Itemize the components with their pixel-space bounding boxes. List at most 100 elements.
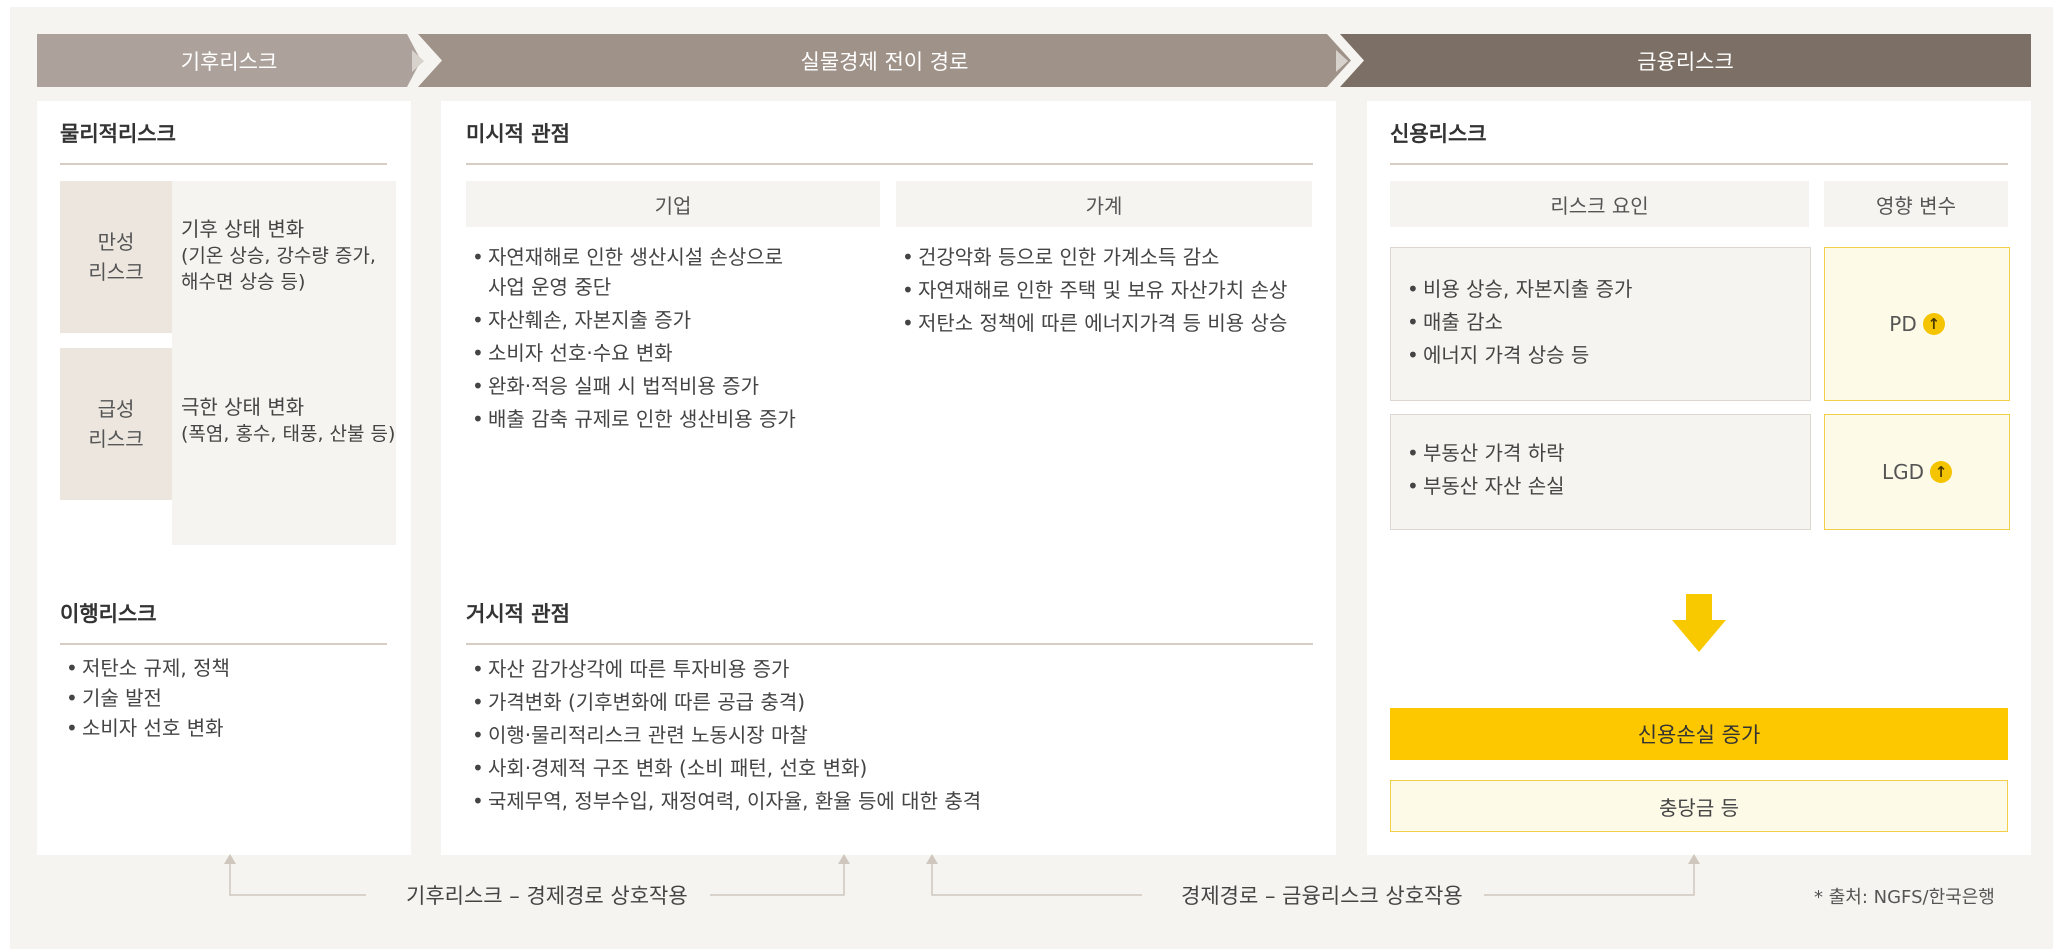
risk-factor-header: 리스크 요인 (1390, 181, 1809, 227)
stage-transmission-header: 실물경제 전이 경로 (418, 34, 1351, 87)
list-item-text: 에너지 가격 상승 등 (1423, 343, 1590, 367)
result-text: 신용손실 증가 (1637, 723, 1761, 747)
list-item: 매출 감소 (1407, 306, 1797, 339)
list-item: 이행·물리적리스크 관련 노동시장 마찰 (472, 719, 1312, 752)
list-item-text: 가격변화 (기후변화에 따른 공급 충격) (488, 690, 806, 714)
source-note: * 출처: NGFS/한국은행 (1814, 887, 1995, 908)
divider (60, 643, 387, 645)
list-item: 소비자 선호 변화 (66, 713, 386, 743)
list-item: 에너지 가격 상승 등 (1407, 339, 1797, 372)
risk-tag-line: 급성 (97, 397, 135, 421)
provision-box: 충당금 등 (1390, 780, 2008, 832)
divider (1390, 163, 2008, 165)
stage-climate-risk-label: 기후리스크 (180, 49, 278, 74)
risk-sub-text: 해수면 상승 등) (181, 271, 306, 293)
arrow-up-icon: ↑ (1930, 461, 1953, 483)
risk-sub-text: (폭염, 홍수, 태풍, 산불 등) (181, 423, 396, 445)
climate-economy-interaction-label: 기후리스크 – 경제경로 상호작용 (406, 884, 688, 908)
list-item: 저탄소 정책에 따른 에너지가격 등 비용 상승 (902, 307, 1312, 340)
list-item-text: 자산 감가상각에 따른 투자비용 증가 (488, 657, 790, 681)
divider (466, 163, 1313, 165)
list-item-text: 소비자 선호 변화 (82, 716, 224, 740)
list-item: 부동산 자산 손실 (1407, 470, 1797, 503)
list-item-text: 부동산 가격 하락 (1423, 441, 1565, 465)
list-item: 건강악화 등으로 인한 가계소득 감소 (902, 241, 1312, 274)
credit-risk-title: 신용리스크 (1390, 122, 1487, 146)
chevron-right-icon (1336, 50, 1348, 72)
impact-variable-lgd: LGD ↑ (1824, 414, 2010, 530)
list-item-text: 소비자 선호·수요 변화 (488, 341, 673, 365)
household-impact-list: 건강악화 등으로 인한 가계소득 감소 자연재해로 인한 주택 및 보유 자산가… (902, 241, 1312, 340)
firm-label: 기업 (466, 181, 880, 227)
list-item: 배출 감축 규제로 인한 생산비용 증가 (472, 403, 872, 436)
list-item-text: 기술 발전 (82, 686, 162, 710)
economy-finance-interaction-label: 경제경로 – 금융리스크 상호작용 (1181, 884, 1463, 908)
list-item: 국제무역, 정부수입, 재정여력, 이자율, 환율 등에 대한 충격 (472, 785, 1312, 818)
stage-financial-risk-label: 금융리스크 (1637, 49, 1734, 74)
chronic-risk-desc: 기후 상태 변화 (기온 상승, 강수량 증가, 해수면 상승 등) (172, 181, 396, 367)
risk-factor-box-lgd: 부동산 가격 하락 부동산 자산 손실 (1390, 414, 1811, 530)
list-item-text: 자산훼손, 자본지출 증가 (488, 308, 692, 332)
list-item: 자연재해로 인한 생산시설 손상으로사업 운영 중단 (472, 241, 872, 304)
list-item: 소비자 선호·수요 변화 (472, 337, 872, 370)
divider (466, 643, 1313, 645)
list-item-text: 사업 운영 중단 (488, 275, 612, 299)
risk-factor-list: 부동산 가격 하락 부동산 자산 손실 (1407, 437, 1797, 503)
stage-financial-risk-header: 금융리스크 (1340, 34, 2031, 87)
risk-factor-list: 비용 상승, 자본지출 증가 매출 감소 에너지 가격 상승 등 (1407, 273, 1797, 372)
stage-climate-risk-header: 기후리스크 (37, 34, 421, 87)
list-item-text: 저탄소 정책에 따른 에너지가격 등 비용 상승 (918, 311, 1288, 335)
list-item-text: 배출 감축 규제로 인한 생산비용 증가 (488, 407, 796, 431)
arrow-up-icon: ↑ (1922, 313, 1945, 335)
risk-main-text: 극한 상태 변화 (181, 395, 305, 419)
list-item: 가격변화 (기후변화에 따른 공급 충격) (472, 686, 1312, 719)
risk-tag-line: 만성 (97, 230, 135, 254)
list-item-text: 자연재해로 인한 주택 및 보유 자산가치 손상 (918, 278, 1288, 302)
divider (60, 163, 387, 165)
list-item-text: 사회·경제적 구조 변화 (소비 패턴, 선호 변화) (488, 756, 868, 780)
transition-risk-title: 이행리스크 (60, 602, 157, 626)
arrow-down-icon (1672, 594, 1726, 652)
acute-risk-tag: 급성리스크 (60, 348, 172, 500)
list-item-text: 비용 상승, 자본지출 증가 (1423, 277, 1633, 301)
list-item-text: 완화·적응 실패 시 법적비용 증가 (488, 374, 759, 398)
risk-tag-line: 리스크 (88, 260, 144, 284)
variable-name: LGD (1881, 460, 1925, 484)
risk-main-text: 기후 상태 변화 (181, 217, 305, 241)
list-item: 저탄소 규제, 정책 (66, 653, 386, 683)
list-item-text: 자연재해로 인한 생산시설 손상으로 (488, 245, 784, 269)
list-item-text: 매출 감소 (1423, 310, 1503, 334)
physical-risk-title: 물리적리스크 (60, 122, 176, 146)
risk-sub-text: (기온 상승, 강수량 증가, (181, 245, 376, 267)
list-item: 완화·적응 실패 시 법적비용 증가 (472, 370, 872, 403)
list-item-text: 건강악화 등으로 인한 가계소득 감소 (918, 245, 1220, 269)
list-item: 비용 상승, 자본지출 증가 (1407, 273, 1797, 306)
risk-tag-line: 리스크 (88, 427, 144, 451)
firm-impact-list: 자연재해로 인한 생산시설 손상으로사업 운영 중단 자산훼손, 자본지출 증가… (472, 241, 872, 436)
stage-transmission-label: 실물경제 전이 경로 (800, 49, 969, 74)
credit-loss-increase-box: 신용손실 증가 (1390, 708, 2008, 760)
list-item-text: 저탄소 규제, 정책 (82, 656, 230, 680)
variable-name: PD (1889, 312, 1917, 336)
impact-variable-header: 영향 변수 (1824, 181, 2008, 227)
list-item-text: 국제무역, 정부수입, 재정여력, 이자율, 환율 등에 대한 충격 (488, 789, 982, 813)
acute-risk-desc: 극한 상태 변화 (폭염, 홍수, 태풍, 산불 등) (172, 348, 396, 545)
micro-perspective-title: 미시적 관점 (466, 122, 570, 146)
macro-impact-list: 자산 감가상각에 따른 투자비용 증가 가격변화 (기후변화에 따른 공급 충격… (472, 653, 1312, 818)
transition-risk-list: 저탄소 규제, 정책 기술 발전 소비자 선호 변화 (66, 653, 386, 743)
interaction-connectors (224, 854, 1700, 896)
list-item: 자산 감가상각에 따른 투자비용 증가 (472, 653, 1312, 686)
list-item-text: 이행·물리적리스크 관련 노동시장 마찰 (488, 723, 808, 747)
household-label: 가계 (896, 181, 1312, 227)
list-item: 기술 발전 (66, 683, 386, 713)
result-sub-text: 충당금 등 (1659, 795, 1739, 820)
impact-variable-pd: PD ↑ (1824, 247, 2010, 401)
risk-factor-box-pd: 비용 상승, 자본지출 증가 매출 감소 에너지 가격 상승 등 (1390, 247, 1811, 401)
list-item: 부동산 가격 하락 (1407, 437, 1797, 470)
chevron-right-icon (412, 50, 424, 72)
macro-perspective-title: 거시적 관점 (466, 602, 570, 626)
list-item: 자산훼손, 자본지출 증가 (472, 304, 872, 337)
list-item-text: 부동산 자산 손실 (1423, 474, 1565, 498)
chronic-risk-tag: 만성리스크 (60, 181, 172, 333)
list-item: 자연재해로 인한 주택 및 보유 자산가치 손상 (902, 274, 1312, 307)
